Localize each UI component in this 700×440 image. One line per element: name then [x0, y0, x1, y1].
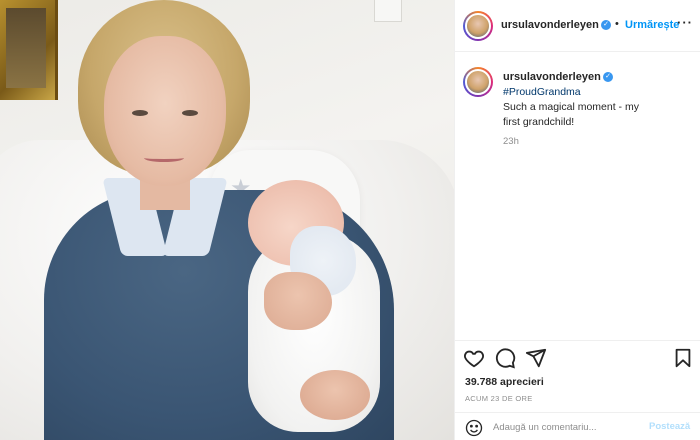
woman-hand — [264, 272, 332, 330]
caption-verified-icon: ✓ — [603, 72, 613, 82]
caption-time: 23h — [503, 136, 519, 147]
comment-input[interactable] — [493, 419, 643, 435]
post-comment-button[interactable]: Postează — [649, 421, 690, 432]
likes-count[interactable]: 39.788 aprecieri — [465, 376, 544, 388]
caption-username[interactable]: ursulavonderleyen — [503, 71, 601, 83]
heart-icon[interactable] — [463, 347, 485, 369]
wall-painting — [0, 0, 58, 100]
follow-button[interactable]: Urmărește — [625, 19, 679, 31]
post-timestamp: ACUM 23 DE ORE — [465, 394, 533, 403]
author-avatar[interactable] — [463, 11, 493, 41]
post-sidebar: ursulavonderleyen ✓ • Urmărește ··· ursu… — [455, 0, 700, 440]
action-bar — [455, 340, 700, 374]
share-icon[interactable] — [525, 347, 547, 369]
hashtag-link[interactable]: #ProudGrandma — [503, 86, 581, 98]
wall-switch — [374, 0, 402, 22]
verified-badge-icon: ✓ — [601, 20, 611, 30]
caption-avatar[interactable] — [463, 67, 493, 97]
woman-hand-lower — [300, 370, 370, 420]
caption-text: Such a magical moment - my first grandch… — [503, 101, 639, 128]
separator-dot: • — [615, 18, 619, 30]
comment-icon[interactable] — [494, 347, 516, 369]
post-photo[interactable]: ★ ★ — [0, 0, 454, 440]
post-header: ursulavonderleyen ✓ • Urmărește ··· — [455, 0, 700, 52]
emoji-icon[interactable] — [465, 419, 483, 437]
more-options-icon[interactable]: ··· — [677, 15, 693, 30]
comment-bar: Postează — [455, 412, 700, 440]
bookmark-icon[interactable] — [672, 347, 694, 369]
woman-face — [104, 36, 226, 186]
author-username[interactable]: ursulavonderleyen — [501, 19, 599, 31]
